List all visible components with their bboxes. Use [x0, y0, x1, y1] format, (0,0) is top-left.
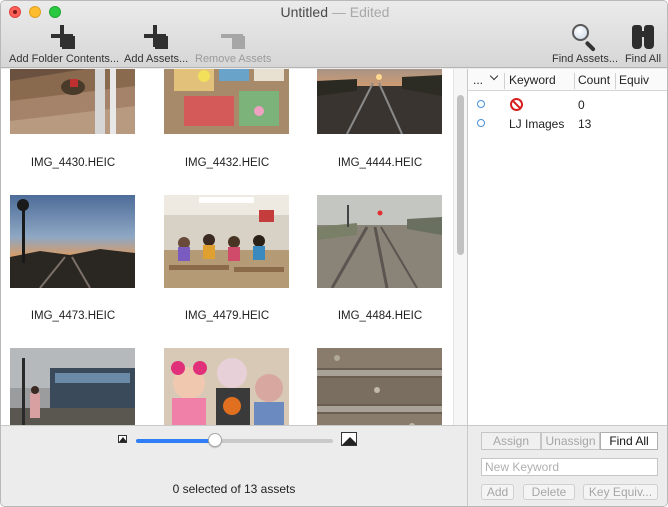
toolbar: Untitled — Edited Add Folder Contents...…	[1, 1, 667, 68]
asset-name: IMG_4473.HEIC	[30, 310, 116, 322]
asset-thumbnail	[164, 69, 289, 134]
keyword-column-header[interactable]: Keyword	[509, 73, 556, 87]
asset-item[interactable]	[10, 195, 136, 288]
remove-assets-icon	[219, 23, 247, 51]
binoculars-icon	[628, 23, 658, 51]
add-folder-contents-label: Add Folder Contents...	[9, 53, 120, 65]
assign-button[interactable]: Assign	[481, 432, 541, 450]
remove-assets-button[interactable]: Remove Assets	[195, 23, 272, 67]
asset-item[interactable]	[317, 195, 443, 288]
add-keyword-button[interactable]: Add	[481, 484, 514, 500]
app-window: Untitled — Edited Add Folder Contents...…	[0, 0, 668, 507]
asset-item[interactable]	[10, 69, 136, 134]
asset-item[interactable]	[317, 348, 443, 425]
grid-footer: 0 selected of 13 assets	[1, 425, 467, 506]
asset-grid[interactable]: IMG_4430.HEIC IMG_4432.HEIC IMG_4444.HEI…	[1, 69, 453, 425]
asset-name: IMG_4430.HEIC	[30, 157, 116, 169]
add-folder-icon	[49, 23, 77, 51]
no-entry-icon	[510, 98, 523, 111]
keyword-row[interactable]: LJ Images 13	[468, 115, 667, 135]
selection-status: 0 selected of 13 assets	[172, 482, 296, 496]
find-all-toolbar-label: Find All	[624, 53, 662, 65]
slider-knob[interactable]	[207, 433, 222, 447]
asset-thumbnail	[317, 195, 442, 288]
keyword-select-radio[interactable]	[477, 119, 485, 127]
asset-thumbnail	[10, 195, 135, 288]
keyword-count: 13	[578, 117, 592, 131]
thumbnail-size-slider[interactable]	[136, 433, 333, 447]
keyword-pane: ... Keyword Count Equiv 0 LJ Images 13	[467, 69, 667, 425]
add-assets-icon	[142, 23, 170, 51]
window-title-edited: — Edited	[331, 4, 390, 20]
asset-item[interactable]	[164, 69, 290, 134]
magnifier-icon	[569, 23, 599, 52]
find-all-keyword-button[interactable]: Find All	[600, 432, 658, 450]
count-column-header[interactable]: Count	[578, 73, 610, 87]
keyword-table-header: ... Keyword Count Equiv	[468, 69, 667, 91]
equiv-column-header[interactable]: Equiv	[619, 73, 649, 87]
window-title: Untitled — Edited	[1, 4, 667, 20]
keyword-row[interactable]: 0	[468, 96, 667, 116]
keyword-select-radio[interactable]	[477, 100, 485, 108]
column-menu-header[interactable]: ...	[473, 73, 483, 87]
grid-scrollbar-thumb[interactable]	[457, 95, 464, 255]
window-title-name: Untitled	[280, 4, 328, 20]
asset-thumbnail	[317, 348, 442, 425]
asset-thumbnail	[317, 69, 442, 134]
find-all-toolbar-button[interactable]: Find All	[623, 23, 663, 67]
large-thumbnail-icon	[341, 432, 357, 446]
slider-fill	[136, 439, 215, 443]
new-keyword-field[interactable]	[481, 458, 658, 476]
add-assets-button[interactable]: Add Assets...	[124, 23, 188, 67]
grid-scrollbar[interactable]	[453, 69, 467, 425]
asset-item[interactable]	[164, 348, 290, 425]
add-assets-label: Add Assets...	[124, 53, 189, 65]
small-thumbnail-icon	[118, 435, 127, 443]
asset-name: IMG_4444.HEIC	[337, 157, 423, 169]
delete-keyword-button[interactable]: Delete	[523, 484, 575, 500]
remove-assets-label: Remove Assets	[195, 53, 272, 65]
keyword-label: LJ Images	[509, 117, 565, 131]
chevron-down-icon[interactable]	[489, 71, 499, 81]
add-folder-contents-button[interactable]: Add Folder Contents...	[9, 23, 120, 67]
asset-name: IMG_4432.HEIC	[184, 157, 270, 169]
find-assets-button[interactable]: Find Assets...	[552, 23, 619, 67]
find-assets-label: Find Assets...	[552, 53, 619, 65]
asset-item[interactable]	[317, 69, 443, 134]
asset-name: IMG_4484.HEIC	[337, 310, 423, 322]
asset-thumbnail	[10, 348, 135, 425]
asset-item[interactable]	[10, 348, 136, 425]
asset-name: IMG_4479.HEIC	[184, 310, 270, 322]
keyword-controls: Assign Unassign Find All Add Delete Key …	[467, 425, 667, 506]
asset-thumbnail	[164, 348, 289, 425]
unassign-button[interactable]: Unassign	[541, 432, 600, 450]
asset-thumbnail	[164, 195, 289, 288]
keyword-count: 0	[578, 98, 585, 112]
asset-thumbnail	[10, 69, 135, 134]
key-equiv-button[interactable]: Key Equiv...	[583, 484, 658, 500]
asset-item[interactable]	[164, 195, 290, 288]
